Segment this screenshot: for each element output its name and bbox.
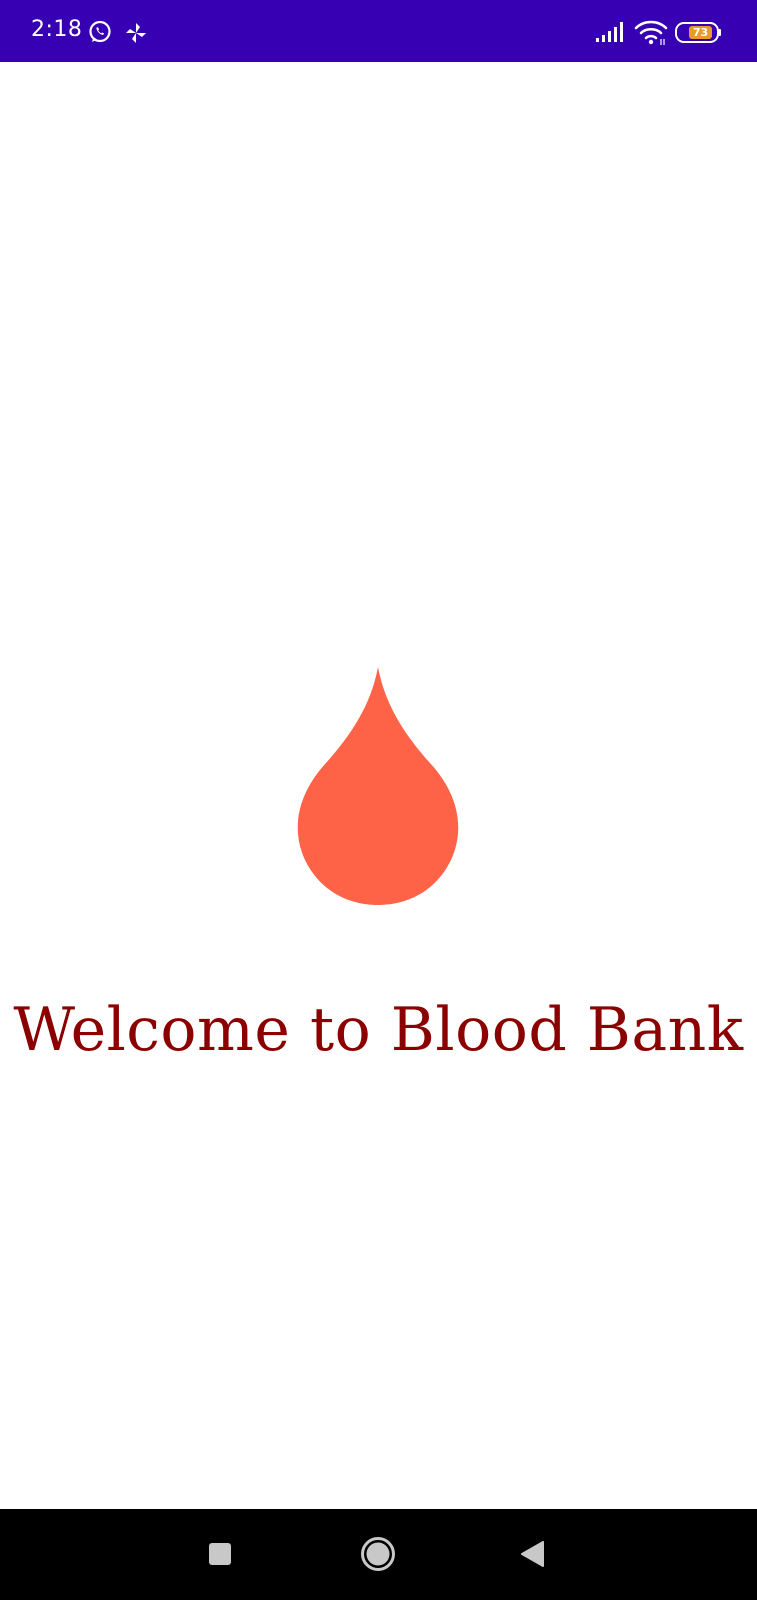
signal-icon: [596, 22, 623, 42]
pinwheel-icon: [126, 23, 146, 43]
recents-icon[interactable]: [208, 1542, 232, 1566]
wifi-icon: [634, 20, 668, 45]
status-time: 2:18: [31, 17, 83, 42]
home-icon[interactable]: [360, 1536, 396, 1572]
welcome-title: Welcome to Blood Bank: [13, 995, 744, 1065]
splash-screen: 2:18 73 Welcome to Blood Bank: [0, 0, 757, 1600]
navigation-bar: [0, 1509, 757, 1600]
back-icon[interactable]: [520, 1541, 546, 1567]
battery-icon: 73: [675, 22, 722, 43]
status-bar: 2:18 73: [0, 0, 757, 62]
blood-drop-icon: [297, 667, 459, 905]
whatsapp-icon: [89, 20, 111, 43]
battery-level: 73: [689, 26, 712, 39]
